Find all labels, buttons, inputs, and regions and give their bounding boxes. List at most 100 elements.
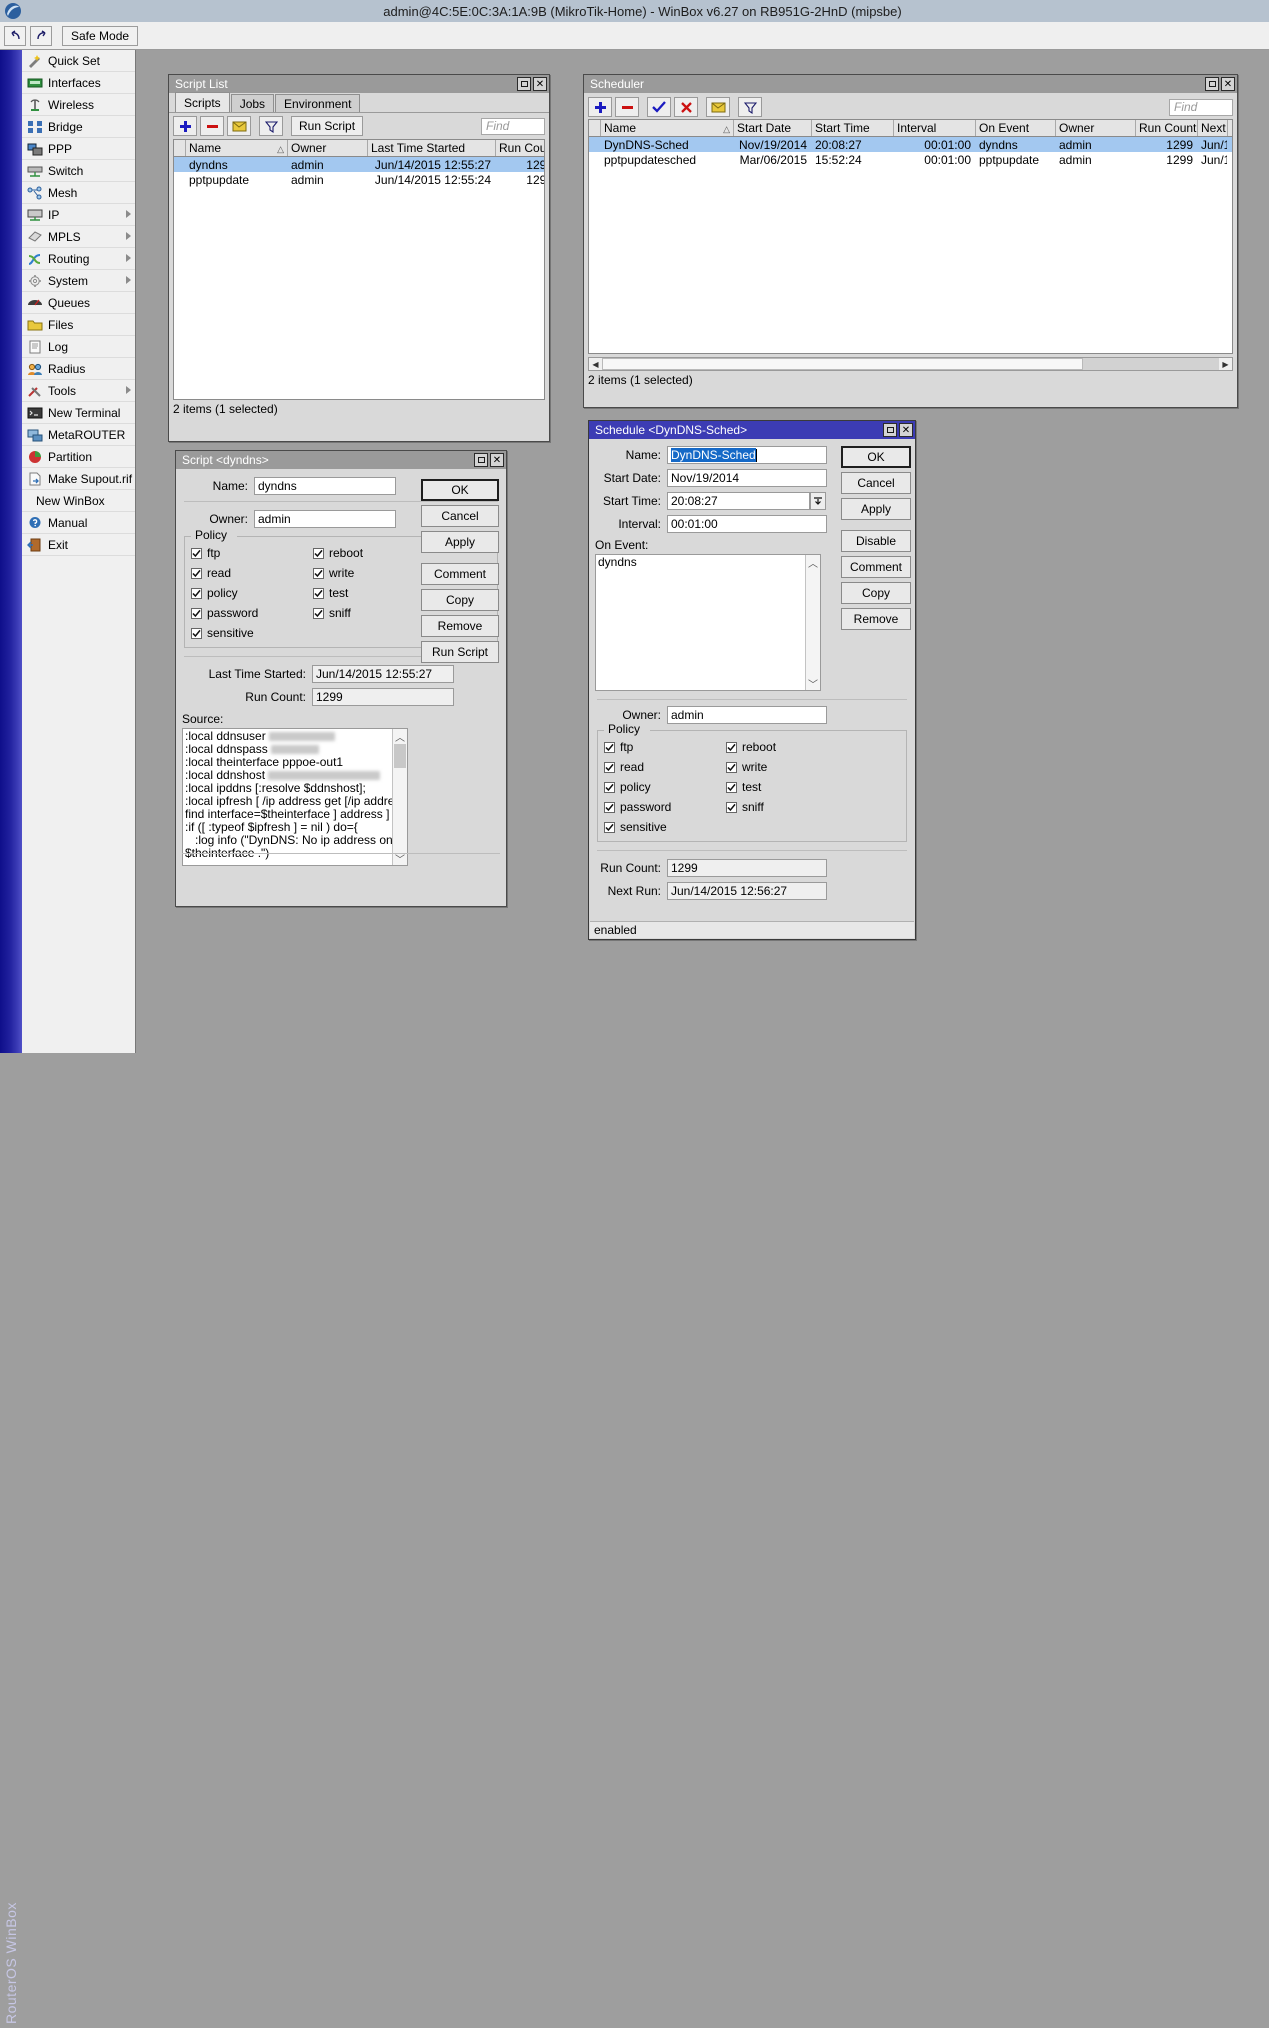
schedule-on-event-textarea[interactable]: dyndns ︿ ﹀ xyxy=(595,554,821,691)
scrollbar-thumb[interactable] xyxy=(394,744,406,768)
ok-button[interactable]: OK xyxy=(421,479,499,501)
run-script-button[interactable]: Run Script xyxy=(291,116,364,136)
on-event-vscrollbar[interactable]: ︿ ﹀ xyxy=(805,555,820,690)
find-input[interactable]: Find xyxy=(1169,98,1233,116)
sidebar-item-new-winbox[interactable]: New WinBox xyxy=(22,490,135,512)
scroll-up-icon[interactable]: ︿ xyxy=(806,555,820,570)
column-header[interactable]: Interval xyxy=(894,120,976,136)
policy-checkbox-ftp[interactable]: ftp xyxy=(604,740,726,754)
restore-window-icon[interactable] xyxy=(474,453,488,467)
run-script-button[interactable]: Run Script xyxy=(421,641,499,663)
policy-checkbox-reboot[interactable]: reboot xyxy=(726,740,900,754)
tab-environment[interactable]: Environment xyxy=(275,94,361,112)
apply-button[interactable]: Apply xyxy=(841,498,911,520)
tab-scripts[interactable]: Scripts xyxy=(175,92,230,112)
script-list-titlebar[interactable]: Script List ✕ xyxy=(169,75,549,93)
table-row[interactable]: pptpupdate admin Jun/14/2015 12:55:24 1299 xyxy=(174,172,544,187)
scheduler-titlebar[interactable]: Scheduler ✕ xyxy=(584,75,1237,93)
minus-icon[interactable] xyxy=(200,116,224,136)
schedule-owner-input[interactable]: admin xyxy=(667,706,827,724)
column-header[interactable]: Run Count xyxy=(496,140,544,156)
column-header[interactable]: Next xyxy=(1198,120,1228,136)
policy-checkbox-sensitive[interactable]: sensitive xyxy=(604,820,726,834)
scroll-up-icon[interactable]: ︿ xyxy=(393,729,407,744)
scrollbar-track[interactable] xyxy=(602,358,1219,370)
sidebar-item-log[interactable]: Log xyxy=(22,336,135,358)
safe-mode-button[interactable]: Safe Mode xyxy=(62,25,139,46)
scroll-down-icon[interactable]: ﹀ xyxy=(806,676,820,691)
script-source-textarea[interactable]: :local ddnsuser :local ddnspass :local t… xyxy=(182,728,408,866)
policy-checkbox-read[interactable]: read xyxy=(191,566,313,580)
comment-button[interactable]: Comment xyxy=(421,563,499,585)
sidebar-item-metarouter[interactable]: MetaROUTER xyxy=(22,424,135,446)
sidebar-item-interfaces[interactable]: Interfaces xyxy=(22,72,135,94)
sidebar-item-new-terminal[interactable]: New Terminal xyxy=(22,402,135,424)
funnel-filter-icon[interactable] xyxy=(259,116,283,136)
policy-checkbox-policy[interactable]: policy xyxy=(191,586,313,600)
column-header[interactable]: Start Date xyxy=(734,120,812,136)
source-vscrollbar[interactable]: ︿ ﹀ xyxy=(392,729,407,865)
sidebar-item-ppp[interactable]: PPP xyxy=(22,138,135,160)
policy-checkbox-write[interactable]: write xyxy=(726,760,900,774)
sidebar-item-tools[interactable]: Tools xyxy=(22,380,135,402)
comment-note-icon[interactable] xyxy=(227,116,251,136)
sidebar-item-mesh[interactable]: Mesh xyxy=(22,182,135,204)
sidebar-item-make-supout-rif[interactable]: Make Supout.rif xyxy=(22,468,135,490)
restore-window-icon[interactable] xyxy=(1205,77,1219,91)
remove-button[interactable]: Remove xyxy=(841,608,911,630)
policy-checkbox-test[interactable]: test xyxy=(726,780,900,794)
plus-icon[interactable] xyxy=(173,116,197,136)
script-name-input[interactable]: dyndns xyxy=(254,477,396,495)
table-row[interactable]: DynDNS-Sched Nov/19/2014 20:08:27 00:01:00 d… xyxy=(589,137,1232,152)
scrollbar-thumb[interactable] xyxy=(602,358,1084,370)
column-header[interactable]: Start Time xyxy=(812,120,894,136)
close-window-icon[interactable]: ✕ xyxy=(899,423,913,437)
schedule-start-date-input[interactable]: Nov/19/2014 xyxy=(667,469,827,487)
sidebar-item-ip[interactable]: IP xyxy=(22,204,135,226)
close-window-icon[interactable]: ✕ xyxy=(490,453,504,467)
schedule-dialog-titlebar[interactable]: Schedule <DynDNS-Sched> ✕ xyxy=(589,421,915,439)
sidebar-item-exit[interactable]: Exit xyxy=(22,534,135,556)
table-row[interactable]: dyndns admin Jun/14/2015 12:55:27 1299 xyxy=(174,157,544,172)
column-header[interactable]: Last Time Started xyxy=(368,140,496,156)
script-dialog-titlebar[interactable]: Script <dyndns> ✕ xyxy=(176,451,506,469)
policy-checkbox-sniff[interactable]: sniff xyxy=(726,800,900,814)
column-header[interactable]: Name △ xyxy=(186,140,288,156)
policy-checkbox-password[interactable]: password xyxy=(604,800,726,814)
sidebar-item-queues[interactable]: Queues xyxy=(22,292,135,314)
sidebar-item-bridge[interactable]: Bridge xyxy=(22,116,135,138)
schedule-name-input[interactable]: DynDNS-Sched xyxy=(667,446,827,464)
cancel-button[interactable]: Cancel xyxy=(421,505,499,527)
sidebar-item-system[interactable]: System xyxy=(22,270,135,292)
sidebar-item-quick-set[interactable]: Quick Set xyxy=(22,50,135,72)
column-header[interactable]: Owner xyxy=(1056,120,1136,136)
undo-arrow-icon[interactable] xyxy=(4,25,26,46)
cancel-button[interactable]: Cancel xyxy=(841,472,911,494)
policy-checkbox-sensitive[interactable]: sensitive xyxy=(191,626,313,640)
schedule-interval-input[interactable]: 00:01:00 xyxy=(667,515,827,533)
comment-note-icon[interactable] xyxy=(706,97,730,117)
sidebar-item-radius[interactable]: Radius xyxy=(22,358,135,380)
restore-window-icon[interactable] xyxy=(883,423,897,437)
schedule-start-time-input[interactable]: 20:08:27 xyxy=(667,492,810,510)
funnel-filter-icon[interactable] xyxy=(738,97,762,117)
column-header[interactable]: Run Count xyxy=(1136,120,1198,136)
sidebar-item-routing[interactable]: Routing xyxy=(22,248,135,270)
find-input[interactable]: Find xyxy=(481,117,545,135)
close-window-icon[interactable]: ✕ xyxy=(1221,77,1235,91)
sidebar-item-wireless[interactable]: Wireless xyxy=(22,94,135,116)
sidebar-item-switch[interactable]: Switch xyxy=(22,160,135,182)
comment-button[interactable]: Comment xyxy=(841,556,911,578)
sidebar-item-files[interactable]: Files xyxy=(22,314,135,336)
script-owner-input[interactable]: admin xyxy=(254,510,396,528)
red-x-icon[interactable] xyxy=(674,97,698,117)
minus-icon[interactable] xyxy=(615,97,639,117)
policy-checkbox-read[interactable]: read xyxy=(604,760,726,774)
ok-button[interactable]: OK xyxy=(841,446,911,468)
copy-button[interactable]: Copy xyxy=(841,582,911,604)
remove-button[interactable]: Remove xyxy=(421,615,499,637)
policy-checkbox-ftp[interactable]: ftp xyxy=(191,546,313,560)
column-header[interactable]: Owner xyxy=(288,140,368,156)
check-mark-icon[interactable] xyxy=(647,97,671,117)
table-row[interactable]: pptpupdatesched Mar/06/2015 15:52:24 00:01:… xyxy=(589,152,1232,167)
